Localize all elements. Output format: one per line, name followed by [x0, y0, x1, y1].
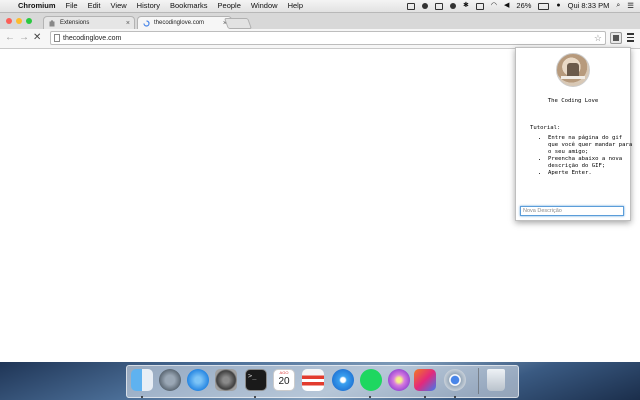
new-description-input[interactable]	[520, 206, 624, 216]
page-icon	[54, 34, 60, 42]
bookmark-star-icon[interactable]: ☆	[594, 32, 602, 45]
forward-arrow-icon[interactable]: →	[19, 32, 29, 44]
loading-spinner-icon	[143, 20, 150, 27]
menu-help[interactable]: Help	[288, 0, 303, 12]
menu-people[interactable]: People	[218, 0, 241, 12]
zoom-window-button[interactable]	[26, 18, 32, 24]
the-coding-love-logo	[556, 53, 590, 87]
mac-menu-bar: Chromium File Edit View History Bookmark…	[0, 0, 640, 13]
battery-icon[interactable]	[538, 2, 550, 10]
menu-window[interactable]: Window	[251, 0, 278, 12]
popup-title: The Coding Love	[547, 98, 599, 104]
airplay-icon[interactable]	[475, 2, 484, 10]
stop-loading-icon[interactable]: ✕	[33, 32, 41, 44]
terminal-icon[interactable]: >_	[245, 369, 267, 391]
safari-icon[interactable]	[332, 369, 354, 391]
tab-thecodinglove[interactable]: thecodinglove.com ×	[137, 16, 232, 29]
popcorn-icon[interactable]	[302, 369, 324, 391]
address-url[interactable]: thecodinglove.com	[63, 32, 121, 45]
tutorial-step: Aperte Enter.	[548, 170, 634, 177]
system-preferences-icon[interactable]	[215, 369, 237, 391]
extension-icon	[613, 35, 619, 41]
finder-icon[interactable]	[131, 369, 153, 391]
dock-separator	[478, 368, 479, 394]
back-arrow-icon[interactable]: ←	[5, 32, 15, 44]
tab-label: thecodinglove.com	[154, 20, 205, 26]
tutorial-steps: Entre na página do gif que você quer man…	[540, 135, 634, 177]
intellij-icon[interactable]	[414, 369, 436, 391]
browser-toolbar: ← → ✕ thecodinglove.com ☆	[0, 29, 640, 49]
menu-bookmarks[interactable]: Bookmarks	[170, 0, 208, 12]
bluetooth-icon[interactable]: ✱	[463, 0, 469, 12]
tutorial-step: Entre na página do gif que você quer man…	[548, 135, 634, 156]
running-indicator	[454, 396, 456, 398]
tab-label: Extensions	[60, 20, 90, 26]
calendar-day: 20	[278, 376, 290, 387]
tutorial-step: Preencha abaixo a nova descrição do GIF;	[548, 156, 634, 170]
spotify-icon[interactable]	[360, 369, 382, 391]
extension-popup: The Coding Love Tutorial: Entre na págin…	[515, 47, 634, 221]
calendar-icon[interactable]: AGO 20	[273, 369, 295, 391]
user-icon[interactable]: ●	[556, 0, 560, 12]
app-store-icon[interactable]	[187, 369, 209, 391]
running-indicator	[369, 396, 371, 398]
close-tab-icon[interactable]: ×	[126, 17, 130, 29]
status-clock-icon[interactable]	[450, 3, 457, 9]
address-bar[interactable]: thecodinglove.com ☆	[50, 31, 606, 45]
notification-center-icon[interactable]: ☰	[627, 0, 634, 12]
trash-icon[interactable]	[487, 369, 505, 391]
menu-edit[interactable]: Edit	[88, 0, 101, 12]
volume-icon[interactable]: ◀	[504, 0, 509, 12]
status-app-icon[interactable]	[407, 2, 416, 10]
chromium-icon[interactable]	[444, 369, 466, 391]
battery-percent[interactable]: 26%	[516, 0, 531, 12]
tutorial-heading: Tutorial:	[530, 125, 561, 131]
running-indicator	[141, 396, 143, 398]
flower-icon[interactable]	[388, 369, 410, 391]
status-dropbox-icon[interactable]	[422, 3, 429, 9]
menu-history[interactable]: History	[137, 0, 160, 12]
extension-button[interactable]	[610, 32, 622, 44]
menu-view[interactable]: View	[111, 0, 127, 12]
wifi-icon[interactable]: ◠	[491, 0, 497, 12]
new-tab-button[interactable]	[223, 18, 253, 29]
launchpad-icon[interactable]	[159, 369, 181, 391]
minimize-window-button[interactable]	[16, 18, 22, 24]
clock-text[interactable]: Qui 8:33 PM	[568, 0, 610, 12]
puzzle-piece-icon	[49, 20, 56, 27]
close-window-button[interactable]	[6, 18, 12, 24]
menu-app-name[interactable]: Chromium	[18, 0, 56, 12]
running-indicator	[254, 396, 256, 398]
running-indicator	[424, 396, 426, 398]
chrome-menu-icon[interactable]	[627, 33, 634, 44]
status-window-icon[interactable]	[435, 2, 444, 10]
spotlight-search-icon[interactable]: ⌕	[616, 0, 620, 12]
menu-file[interactable]: File	[66, 0, 78, 12]
tab-extensions[interactable]: Extensions ×	[43, 16, 135, 29]
